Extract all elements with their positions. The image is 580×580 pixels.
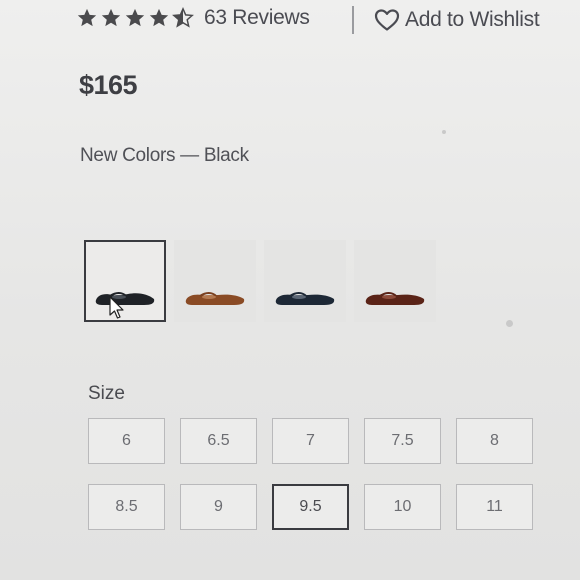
divider xyxy=(352,6,354,34)
half-star-icon xyxy=(172,7,194,28)
product-price: $165 xyxy=(79,70,138,100)
selected-color-label: New Colors — Black xyxy=(80,145,249,166)
shoe-image xyxy=(185,292,245,305)
reviews-link[interactable]: 63 Reviews xyxy=(204,6,310,30)
screen-speck xyxy=(506,320,513,327)
size-option[interactable]: 7 xyxy=(272,418,349,464)
size-selector: 6 6.5 7 7.5 8 8.5 9 9.5 10 11 xyxy=(88,418,548,550)
star-icon xyxy=(77,8,97,27)
star-icon xyxy=(125,8,145,27)
rating-row: 63 Reviews xyxy=(76,2,310,34)
size-row: 6 6.5 7 7.5 8 xyxy=(88,418,548,464)
screen-speck xyxy=(442,130,446,134)
color-swatch-burgundy[interactable] xyxy=(354,240,436,322)
star-icon xyxy=(149,8,169,27)
size-option[interactable]: 8.5 xyxy=(88,484,165,530)
color-swatches xyxy=(84,240,436,322)
star-rating[interactable] xyxy=(76,7,194,29)
add-to-wishlist-button[interactable]: Add to Wishlist xyxy=(374,4,540,36)
size-row: 8.5 9 9.5 10 11 xyxy=(88,484,548,530)
wishlist-label: Add to Wishlist xyxy=(405,8,540,31)
size-option[interactable]: 8 xyxy=(456,418,533,464)
shoe-image xyxy=(275,292,335,305)
size-option[interactable]: 7.5 xyxy=(364,418,441,464)
size-option[interactable]: 10 xyxy=(364,484,441,530)
color-swatch-cognac[interactable] xyxy=(174,240,256,322)
shoe-image xyxy=(365,292,425,305)
color-swatch-navy[interactable] xyxy=(264,240,346,322)
size-option[interactable]: 6 xyxy=(88,418,165,464)
color-swatch-black[interactable] xyxy=(84,240,166,322)
size-option[interactable]: 9 xyxy=(180,484,257,530)
size-option[interactable]: 6.5 xyxy=(180,418,257,464)
size-option[interactable]: 11 xyxy=(456,484,533,530)
size-option-selected[interactable]: 9.5 xyxy=(272,484,349,530)
product-details-panel: 63 Reviews Add to Wishlist $165 New Colo… xyxy=(0,0,580,580)
mouse-pointer-icon xyxy=(109,296,124,319)
shoe-image xyxy=(95,292,155,305)
heart-outline-icon xyxy=(374,9,400,31)
star-icon xyxy=(101,8,121,27)
size-label: Size xyxy=(88,383,125,404)
